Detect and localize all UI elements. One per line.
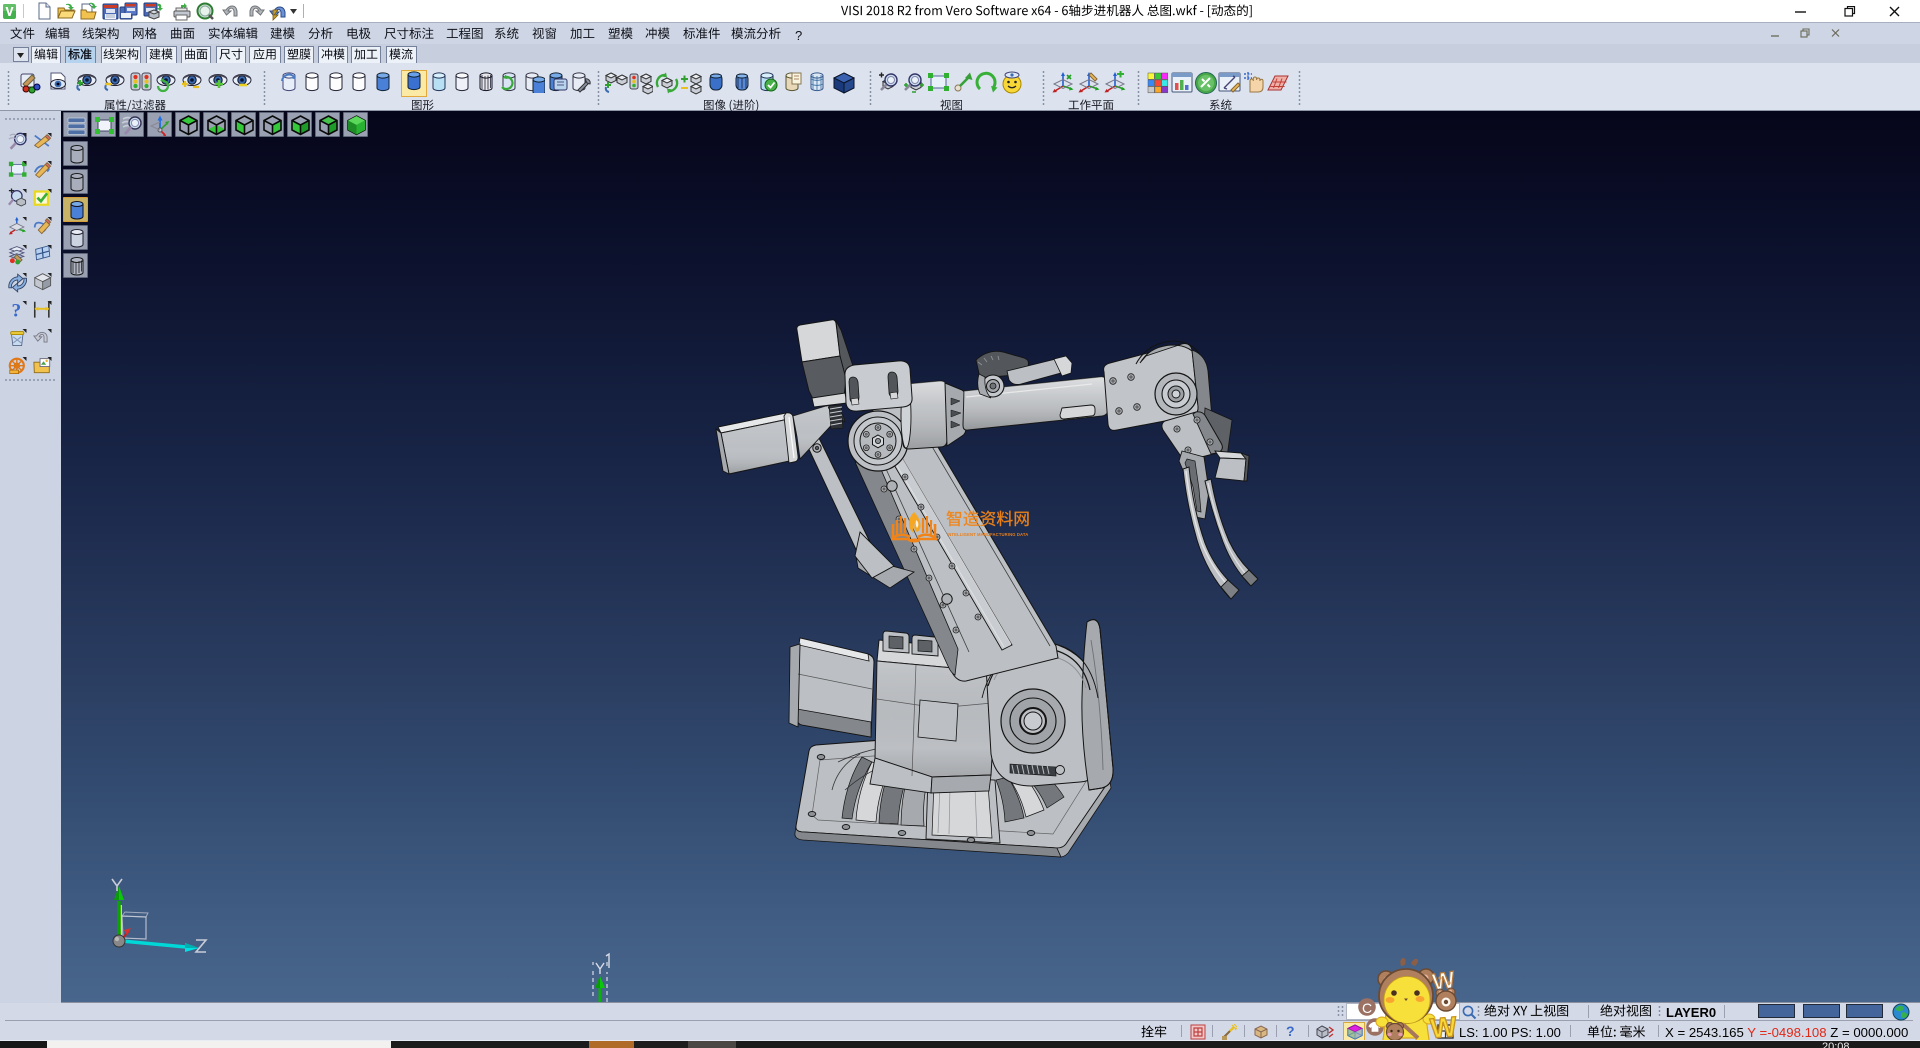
svg-text:?: ? <box>12 301 22 322</box>
svg-text:C: C <box>1362 1000 1372 1016</box>
